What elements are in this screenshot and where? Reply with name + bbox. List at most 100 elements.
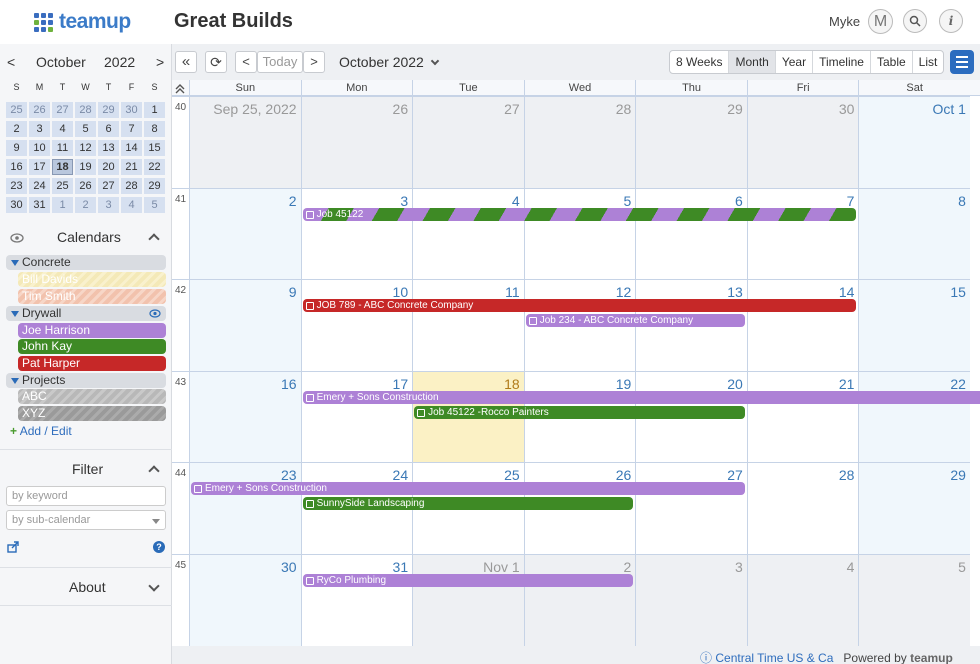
calendar-event[interactable]: Job 234 - ABC Concrete Company <box>525 314 745 328</box>
mini-day[interactable]: 28 <box>75 102 96 118</box>
mini-prev-month-icon[interactable]: < <box>7 54 15 70</box>
day-number[interactable]: 30 <box>281 559 297 575</box>
prev-button[interactable]: < <box>235 51 257 73</box>
day-number[interactable]: 30 <box>839 101 855 117</box>
subcalendar-filter-select[interactable]: by sub-calendar <box>6 510 166 530</box>
day-cell[interactable]: 9 <box>189 279 301 371</box>
day-cell[interactable]: 27 <box>635 462 747 554</box>
calendar-item-john-kay[interactable]: John Kay <box>18 339 166 354</box>
calendar-event[interactable]: SunnySide Landscaping <box>302 497 634 511</box>
day-cell[interactable]: 31 <box>300 554 413 646</box>
mini-day[interactable]: 21 <box>121 159 142 175</box>
current-period-dropdown[interactable]: October 2022 <box>339 54 439 70</box>
day-cell[interactable]: 4 <box>746 554 859 646</box>
calendar-group-drywall[interactable]: Drywall <box>6 306 166 321</box>
day-cell[interactable]: 7 <box>746 187 859 280</box>
mini-day[interactable]: 17 <box>29 159 50 175</box>
day-cell[interactable]: 3 <box>300 187 413 280</box>
day-cell[interactable]: 3 <box>635 554 747 646</box>
eye-icon[interactable] <box>10 233 24 243</box>
day-cell[interactable]: 17 <box>300 370 413 463</box>
view-year[interactable]: Year <box>776 51 814 73</box>
powered-by[interactable]: Powered by teamup <box>843 651 952 664</box>
day-cell[interactable]: 30 <box>189 554 301 646</box>
day-number[interactable]: 9 <box>289 284 297 300</box>
week-number[interactable]: 42 <box>172 279 189 371</box>
mini-day[interactable]: 23 <box>6 178 27 194</box>
day-cell[interactable]: 29 <box>858 462 970 554</box>
day-cell[interactable]: Sep 25, 2022 <box>189 96 301 188</box>
info-button[interactable]: i <box>939 9 963 33</box>
calendar-item-bill-davids[interactable]: Bill Davids <box>18 272 166 287</box>
collapse-weeks-icon[interactable] <box>175 82 185 94</box>
calendar-group-projects[interactable]: Projects <box>6 373 166 388</box>
mini-day[interactable]: 26 <box>75 178 96 194</box>
week-number[interactable]: 44 <box>172 462 189 554</box>
day-number[interactable]: 12 <box>616 284 632 300</box>
day-cell[interactable]: 28 <box>746 462 859 554</box>
day-cell[interactable]: 2 <box>523 554 636 646</box>
timezone-link[interactable]: ⓘ Central Time US & Ca <box>700 649 833 664</box>
day-number[interactable]: 18 <box>504 376 520 392</box>
mini-day[interactable]: 1 <box>52 197 73 213</box>
day-number[interactable]: 2 <box>289 193 297 209</box>
mini-day[interactable]: 29 <box>98 102 119 118</box>
mini-day[interactable]: 19 <box>75 159 96 175</box>
day-cell[interactable]: 27 <box>412 96 524 188</box>
calendar-event[interactable]: Job 45122 -Rocco Painters <box>414 405 745 419</box>
mini-day[interactable]: 18 <box>52 159 73 175</box>
day-number[interactable]: 21 <box>839 376 855 392</box>
calendar-group-concrete[interactable]: Concrete <box>6 255 166 270</box>
mini-day[interactable]: 12 <box>75 140 96 156</box>
day-number[interactable]: 2 <box>623 559 631 575</box>
day-number[interactable]: 15 <box>950 284 966 300</box>
day-number[interactable]: 5 <box>623 193 631 209</box>
mini-day[interactable]: 15 <box>144 140 165 156</box>
mini-day[interactable]: 2 <box>6 121 27 137</box>
mini-day[interactable]: 6 <box>98 121 119 137</box>
back-far-button[interactable]: « <box>175 51 197 73</box>
view-list[interactable]: List <box>913 51 944 73</box>
mini-day[interactable]: 8 <box>144 121 165 137</box>
day-number[interactable]: 13 <box>727 284 743 300</box>
calendar-item-joe-harrison[interactable]: Joe Harrison <box>18 323 166 338</box>
day-number[interactable]: Nov 1 <box>483 559 520 575</box>
mini-day[interactable]: 13 <box>98 140 119 156</box>
day-cell[interactable]: 4 <box>412 187 524 280</box>
day-cell[interactable]: 29 <box>635 96 747 188</box>
day-number[interactable]: 7 <box>847 193 855 209</box>
day-number[interactable]: 4 <box>847 559 855 575</box>
day-number[interactable]: 27 <box>504 101 520 117</box>
collapse-filter-icon[interactable] <box>148 465 160 477</box>
day-number[interactable]: 25 <box>504 467 520 483</box>
day-cell[interactable]: 21 <box>746 370 859 463</box>
day-number[interactable]: 4 <box>512 193 520 209</box>
view-8-weeks[interactable]: 8 Weeks <box>670 51 730 73</box>
calendar-item-pat-harper[interactable]: Pat Harper <box>18 356 166 371</box>
teamup-logo[interactable]: teamup <box>34 10 131 34</box>
day-number[interactable]: 20 <box>727 376 743 392</box>
menu-button[interactable] <box>950 50 974 74</box>
drywall-eye-icon[interactable] <box>149 309 161 318</box>
mini-day[interactable]: 29 <box>144 178 165 194</box>
view-table[interactable]: Table <box>871 51 913 73</box>
day-cell[interactable]: 26 <box>300 96 413 188</box>
help-icon[interactable]: ? <box>153 541 165 553</box>
mini-day[interactable]: 2 <box>75 197 96 213</box>
mini-day[interactable]: 26 <box>29 102 50 118</box>
mini-day[interactable]: 25 <box>6 102 27 118</box>
day-number[interactable]: 6 <box>735 193 743 209</box>
day-number[interactable]: 11 <box>505 284 520 300</box>
day-number[interactable]: 19 <box>616 376 632 392</box>
day-number[interactable]: 27 <box>727 467 743 483</box>
day-cell[interactable]: 11 <box>412 279 524 371</box>
view-timeline[interactable]: Timeline <box>813 51 871 73</box>
day-number[interactable]: 26 <box>393 101 409 117</box>
day-number[interactable]: 26 <box>616 467 632 483</box>
keyword-filter-input[interactable]: by keyword <box>6 486 166 506</box>
day-number[interactable]: Sep 25, 2022 <box>213 101 296 117</box>
add-edit-calendars-link[interactable]: + Add / Edit <box>10 424 72 438</box>
day-number[interactable]: 28 <box>616 101 632 117</box>
mini-day[interactable]: 14 <box>121 140 142 156</box>
week-number[interactable]: 41 <box>172 187 189 280</box>
